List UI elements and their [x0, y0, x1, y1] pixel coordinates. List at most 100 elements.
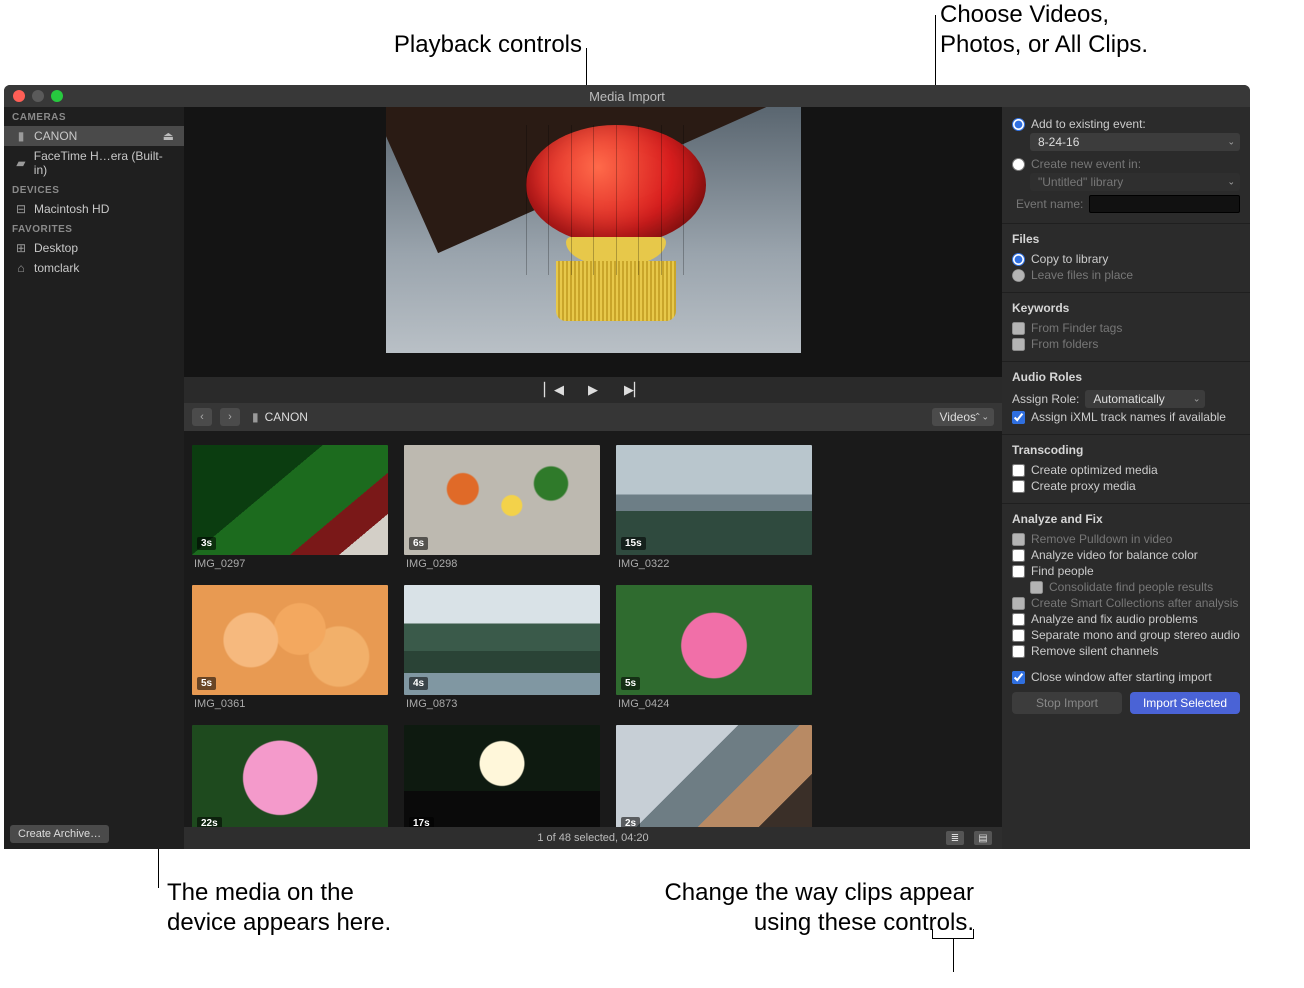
sidebar-header-favorites: FAVORITES	[4, 219, 184, 238]
event-name-label: Event name:	[1016, 197, 1083, 211]
proxy-media-checkbox[interactable]	[1012, 480, 1025, 493]
clip-duration: 2s	[621, 817, 640, 827]
camera-icon: ▮	[252, 410, 259, 424]
titlebar: Media Import	[4, 85, 1250, 107]
filmstrip-view-button[interactable]: ▤	[974, 831, 992, 845]
separate-mono-label: Separate mono and group stereo audio	[1031, 628, 1240, 642]
find-people-label: Find people	[1031, 564, 1094, 578]
audio-problems-label: Analyze and fix audio problems	[1031, 612, 1198, 626]
assign-role-value: Automatically	[1093, 392, 1164, 406]
callout-media: The media on the device appears here.	[167, 878, 427, 938]
sidebar-item-home[interactable]: ⌂ tomclark	[4, 258, 184, 278]
zoom-window-button[interactable]	[51, 90, 63, 102]
separate-mono-checkbox[interactable]	[1012, 629, 1025, 642]
remove-silent-checkbox[interactable]	[1012, 645, 1025, 658]
camera-icon: ▮	[14, 129, 28, 143]
sidebar-item-desktop[interactable]: ⊞ Desktop	[4, 238, 184, 258]
sidebar-item-label: CANON	[34, 129, 77, 143]
find-people-checkbox[interactable]	[1012, 565, 1025, 578]
clip-item[interactable]: 6sIMG_0298	[404, 445, 600, 575]
minimize-window-button[interactable]	[32, 90, 44, 102]
create-archive-button[interactable]: Create Archive…	[10, 825, 109, 843]
clip-item[interactable]: 3sIMG_0297	[192, 445, 388, 575]
sidebar-item-macintosh-hd[interactable]: ⊟ Macintosh HD	[4, 199, 184, 219]
event-name-input	[1089, 195, 1240, 213]
clip-item[interactable]: 5sIMG_0361	[192, 585, 388, 715]
clip-filter-select[interactable]: Videos ⌃⌄	[932, 408, 994, 426]
assign-role-select[interactable]: Automatically ⌄	[1085, 390, 1205, 408]
add-to-existing-radio[interactable]	[1012, 118, 1025, 131]
event-select-value: 8-24-16	[1038, 135, 1079, 149]
chevron-updown-icon: ⌄	[1227, 177, 1235, 188]
balance-color-checkbox[interactable]	[1012, 549, 1025, 562]
breadcrumb[interactable]: ▮ CANON	[252, 410, 308, 424]
event-select[interactable]: 8-24-16⌄	[1030, 133, 1240, 151]
assign-role-label: Assign Role:	[1012, 392, 1079, 406]
clip-name: IMG_0873	[404, 698, 600, 710]
sidebar-item-canon[interactable]: ▮ CANON ⏏	[4, 126, 184, 146]
preview-frame	[386, 107, 801, 353]
clip-duration: 5s	[197, 677, 216, 690]
consolidate-label: Consolidate find people results	[1049, 580, 1213, 594]
drive-icon: ⊟	[14, 202, 28, 216]
close-window-checkbox[interactable]	[1012, 671, 1025, 684]
sidebar-item-label: FaceTime H…era (Built-in)	[34, 149, 174, 177]
close-window-button[interactable]	[13, 90, 25, 102]
home-icon: ⌂	[14, 261, 28, 275]
clip-item[interactable]: 22sIMG_0453	[192, 725, 388, 827]
keywords-heading: Keywords	[1012, 301, 1240, 315]
prev-clip-button[interactable]: ▏◀	[544, 382, 562, 398]
desktop-icon: ⊞	[14, 241, 28, 255]
chevron-updown-icon: ⌃⌄	[974, 412, 989, 423]
clip-filter-value: Videos	[940, 410, 976, 424]
audio-problems-checkbox[interactable]	[1012, 613, 1025, 626]
browser-toolbar: ‹ › ▮ CANON Videos ⌃⌄	[184, 403, 1002, 431]
clip-item[interactable]: 4sIMG_0873	[404, 585, 600, 715]
playback-controls: ▏◀ ▶ ▶▏	[184, 377, 1002, 403]
optimized-media-label: Create optimized media	[1031, 463, 1158, 477]
chevron-updown-icon: ⌄	[1193, 394, 1201, 405]
center-pane: ▏◀ ▶ ▶▏ ‹ › ▮ CANON Videos ⌃⌄ 3sIMG_0297	[184, 107, 1002, 849]
eject-icon[interactable]: ⏏	[163, 129, 174, 143]
create-new-event-radio[interactable]	[1012, 158, 1025, 171]
sidebar-header-cameras: CAMERAS	[4, 107, 184, 126]
from-folders-checkbox	[1012, 338, 1025, 351]
create-new-event-label: Create new event in:	[1031, 157, 1141, 171]
clip-name: IMG_0424	[616, 698, 812, 710]
balance-color-label: Analyze video for balance color	[1031, 548, 1198, 562]
analyze-heading: Analyze and Fix	[1012, 512, 1240, 526]
callout-line	[953, 938, 954, 972]
viewer	[184, 107, 1002, 377]
sidebar-item-label: Desktop	[34, 241, 78, 255]
remove-silent-label: Remove silent channels	[1031, 644, 1158, 658]
clip-item[interactable]: 17sIMG_0730	[404, 725, 600, 827]
leave-files-label: Leave files in place	[1031, 268, 1133, 282]
audio-roles-heading: Audio Roles	[1012, 370, 1240, 384]
copy-to-library-radio[interactable]	[1012, 253, 1025, 266]
clip-item[interactable]: 5sIMG_0424	[616, 585, 812, 715]
clip-duration: 3s	[197, 537, 216, 550]
ixml-label: Assign iXML track names if available	[1031, 410, 1226, 424]
leave-files-radio	[1012, 269, 1025, 282]
media-import-window: Media Import CAMERAS ▮ CANON ⏏ ▰ FaceTim…	[4, 85, 1250, 849]
add-to-existing-label: Add to existing event:	[1031, 117, 1146, 131]
sidebar-item-facetime[interactable]: ▰ FaceTime H…era (Built-in)	[4, 146, 184, 180]
forward-button[interactable]: ›	[220, 408, 240, 426]
smart-collections-checkbox	[1012, 597, 1025, 610]
back-button[interactable]: ‹	[192, 408, 212, 426]
remove-pulldown-checkbox	[1012, 533, 1025, 546]
from-folders-label: From folders	[1031, 337, 1098, 351]
clip-item[interactable]: 15sIMG_0322	[616, 445, 812, 575]
ixml-checkbox[interactable]	[1012, 411, 1025, 424]
optimized-media-checkbox[interactable]	[1012, 464, 1025, 477]
status-bar: 1 of 48 selected, 04:20 ≣ ▤	[184, 827, 1002, 849]
stop-import-button[interactable]: Stop Import	[1012, 692, 1122, 714]
import-selected-button[interactable]: Import Selected	[1130, 692, 1240, 714]
play-button[interactable]: ▶	[584, 382, 602, 398]
list-view-button[interactable]: ≣	[946, 831, 964, 845]
clip-item[interactable]: 2sIMG_0829	[616, 725, 812, 827]
consolidate-checkbox	[1030, 581, 1043, 594]
next-clip-button[interactable]: ▶▏	[624, 382, 642, 398]
camera-icon: ▰	[14, 156, 28, 170]
finder-tags-checkbox	[1012, 322, 1025, 335]
